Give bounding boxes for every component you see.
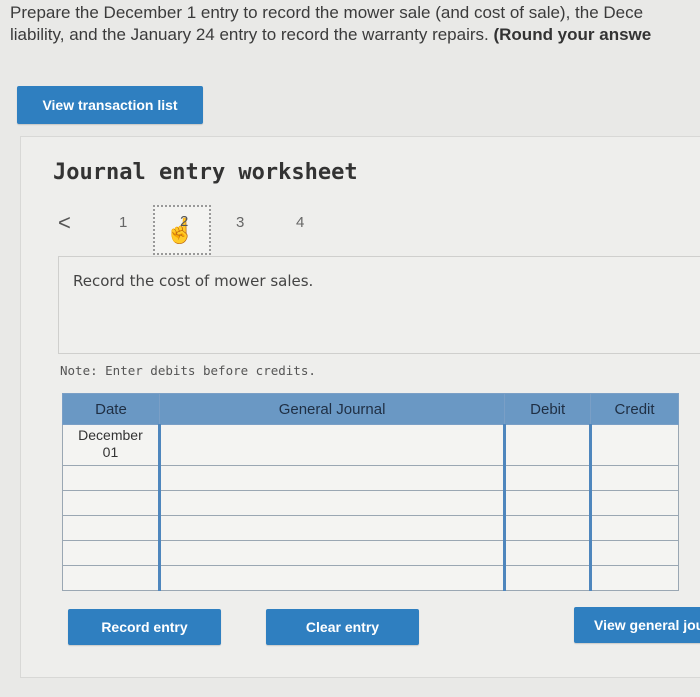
debit-input[interactable] <box>503 565 592 591</box>
account-input[interactable] <box>157 565 506 591</box>
page-tab-3[interactable]: 3 <box>236 214 244 231</box>
clear-entry-button[interactable]: Clear entry <box>266 609 419 645</box>
date-header: Date <box>62 393 160 425</box>
table-row: December 01 <box>62 424 679 466</box>
debit-input[interactable] <box>503 465 592 491</box>
prompt-line-2: liability, and the January 24 entry to r… <box>10 24 700 46</box>
account-input[interactable] <box>157 465 506 491</box>
instruction-text: Record the cost of mower sales. <box>73 272 314 290</box>
account-input[interactable] <box>157 540 506 566</box>
credit-header: Credit <box>590 393 679 425</box>
date-cell[interactable] <box>62 540 160 566</box>
general-journal-header: General Journal <box>158 393 506 425</box>
page-tab-2-active[interactable]: ☝ 2 <box>153 205 211 255</box>
page-tab-1[interactable]: 1 <box>119 214 127 231</box>
previous-page-icon[interactable]: < <box>58 210 71 236</box>
credit-input[interactable] <box>589 565 679 591</box>
debit-input[interactable] <box>503 424 592 466</box>
account-input[interactable] <box>157 515 506 541</box>
debit-credit-note: Note: Enter debits before credits. <box>60 363 316 378</box>
credit-input[interactable] <box>589 515 679 541</box>
credit-input[interactable] <box>589 465 679 491</box>
date-cell[interactable] <box>62 465 160 491</box>
table-row <box>62 540 679 566</box>
view-general-journal-button[interactable]: View general jou <box>574 607 700 643</box>
debit-input[interactable] <box>503 490 592 516</box>
prompt-line-1: Prepare the December 1 entry to record t… <box>10 3 644 22</box>
date-cell[interactable] <box>62 565 160 591</box>
account-input[interactable] <box>157 490 506 516</box>
credit-input[interactable] <box>589 424 679 466</box>
debit-input[interactable] <box>503 515 592 541</box>
page-tab-4[interactable]: 4 <box>296 214 304 231</box>
view-transaction-list-button[interactable]: View transaction list <box>17 86 203 124</box>
table-row <box>62 515 679 541</box>
page-tab-2-label: 2 <box>180 213 189 230</box>
table-row <box>62 565 679 591</box>
account-input[interactable] <box>157 424 506 466</box>
credit-input[interactable] <box>589 540 679 566</box>
date-cell[interactable] <box>62 515 160 541</box>
question-prompt: Prepare the December 1 entry to record t… <box>10 2 700 46</box>
record-entry-button[interactable]: Record entry <box>68 609 221 645</box>
date-cell[interactable]: December 01 <box>62 424 160 466</box>
prompt-line-2-text: liability, and the January 24 entry to r… <box>10 25 494 44</box>
table-row <box>62 490 679 516</box>
worksheet-title: Journal entry worksheet <box>53 160 358 185</box>
debit-header: Debit <box>504 393 592 425</box>
journal-table: Date General Journal Debit Credit Decemb… <box>62 393 679 591</box>
credit-input[interactable] <box>589 490 679 516</box>
table-row <box>62 465 679 491</box>
date-cell[interactable] <box>62 490 160 516</box>
prompt-rounding-note: (Round your answe <box>493 25 652 44</box>
debit-input[interactable] <box>503 540 592 566</box>
instruction-box <box>58 256 700 354</box>
